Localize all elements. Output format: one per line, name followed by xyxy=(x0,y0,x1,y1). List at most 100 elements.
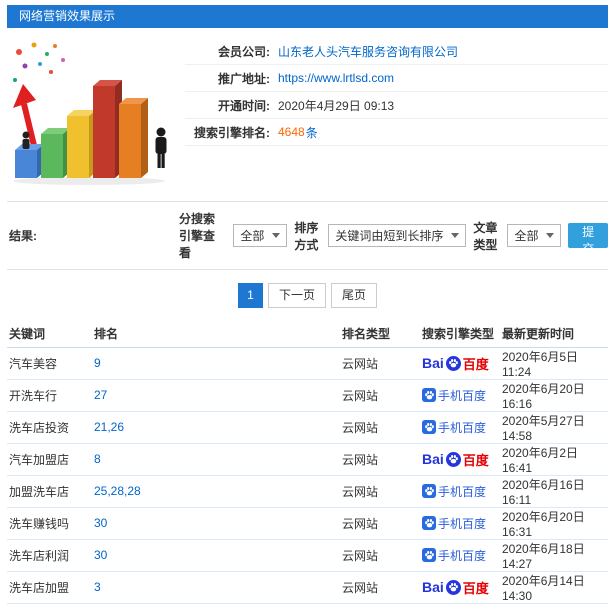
info-row-url: 推广地址: https://www.lrtlsd.com xyxy=(185,65,608,92)
search-engine-badge: Bai百度手机百度 xyxy=(422,515,486,532)
sort-select[interactable]: 关键词由短到长排序 xyxy=(328,224,467,247)
mobile-baidu-label: 手机百度 xyxy=(438,484,487,499)
rank-link[interactable]: 30 xyxy=(94,548,107,562)
table-header-row: 关键词 排名 排名类型 搜索引擎类型 最新更新时间 xyxy=(7,321,608,348)
keyword-cell: 洗车店加盟 xyxy=(7,571,92,604)
type-filter-label: 文章类型 xyxy=(473,220,498,252)
mobile-baidu-label: 手机百度 xyxy=(438,548,487,563)
rank-type-cell: 云网站 xyxy=(340,539,420,572)
open-time-label: 开通时间: xyxy=(218,98,270,113)
type-select[interactable]: 全部 xyxy=(507,224,562,247)
next-page-button[interactable]: 下一页 xyxy=(267,283,326,308)
baidu-paw-icon xyxy=(422,548,436,562)
company-name-link[interactable]: 山东老人头汽车服务咨询有限公司 xyxy=(278,43,458,60)
baidu-paw-icon xyxy=(445,355,461,371)
table-row: 洗车店加盟 3 云网站 Bai百度手机百度 2020年6月14日 14:30 xyxy=(7,571,608,604)
keyword-cell: 汽车加盟店 xyxy=(7,443,92,476)
table-row: 洗车赚钱吗 30 云网站 Bai百度手机百度 2020年6月20日 16:31 xyxy=(7,507,608,540)
keyword-cell: 洗车店投资 xyxy=(7,411,92,444)
engine-filter-label: 分搜索引擎查看 xyxy=(179,212,216,260)
promo-url-label: 推广地址: xyxy=(218,71,270,86)
table-row: 汽车美容 9 云网站 Bai百度手机百度 2020年6月5日 11:24 xyxy=(7,347,608,380)
table-row: 加盟洗车店 25,28,28 云网站 Bai百度手机百度 2020年6月16日 … xyxy=(7,475,608,508)
growth-bars-graphic xyxy=(13,42,167,185)
engine-select-value: 全部 xyxy=(240,229,265,243)
rank-link[interactable]: 21,26 xyxy=(94,420,124,434)
keyword-cell: 加盟洗车店 xyxy=(7,475,92,508)
last-page-button[interactable]: 尾页 xyxy=(331,283,378,308)
rank-type-cell: 云网站 xyxy=(340,347,420,380)
search-engine-badge: Bai百度手机百度 xyxy=(422,450,489,469)
engine-select[interactable]: 全部 xyxy=(233,224,288,247)
baidu-logo-du: 百度 xyxy=(462,580,489,596)
pagination: 1 下一页 尾页 xyxy=(7,270,608,319)
chevron-down-icon xyxy=(272,233,281,238)
rank-link[interactable]: 3 xyxy=(94,580,101,594)
table-row: 洗车店利润 30 云网站 Bai百度手机百度 2020年6月18日 14:27 xyxy=(7,539,608,572)
rank-count-value: 4648 xyxy=(278,125,305,139)
page-number-current[interactable]: 1 xyxy=(237,283,263,308)
type-select-value: 全部 xyxy=(514,229,539,243)
search-engine-badge: Bai百度手机百度 xyxy=(422,483,486,500)
rank-count-label: 搜索引擎排名: xyxy=(194,125,270,140)
submit-button[interactable]: 提交 xyxy=(568,223,608,256)
baidu-paw-icon xyxy=(422,388,436,402)
rank-type-cell: 云网站 xyxy=(340,411,420,444)
search-engine-badge: Bai百度手机百度 xyxy=(422,354,489,373)
baidu-logo-bai: Bai xyxy=(422,451,444,467)
update-time-cell: 2020年6月5日 11:24 xyxy=(500,347,608,380)
update-time-cell: 2020年6月14日 14:30 xyxy=(500,571,608,604)
search-engine-badge: Bai百度手机百度 xyxy=(422,419,486,436)
search-engine-badge: Bai百度手机百度 xyxy=(422,387,486,404)
mobile-baidu-label: 手机百度 xyxy=(438,388,487,403)
search-engine-badge: Bai百度手机百度 xyxy=(422,578,489,597)
promo-url-link[interactable]: https://www.lrtlsd.com xyxy=(278,71,394,85)
info-section: 会员公司: 山东老人头汽车服务咨询有限公司 推广地址: https://www.… xyxy=(7,36,608,189)
table-row: 洗车店投资 21,26 云网站 Bai百度手机百度 2020年5月27日 14:… xyxy=(7,411,608,444)
baidu-paw-icon xyxy=(422,420,436,434)
company-info: 会员公司: 山东老人头汽车服务咨询有限公司 推广地址: https://www.… xyxy=(185,36,608,189)
baidu-paw-icon xyxy=(422,484,436,498)
mobile-baidu-label: 手机百度 xyxy=(438,420,487,435)
mobile-baidu-label: 手机百度 xyxy=(438,516,487,531)
chevron-down-icon xyxy=(546,233,555,238)
rank-type-cell: 云网站 xyxy=(340,443,420,476)
open-time-value: 2020年4月29日 09:13 xyxy=(278,98,395,113)
column-header-engine-type: 搜索引擎类型 xyxy=(420,321,500,348)
page-title: 网络营销效果展示 xyxy=(19,9,116,23)
filter-controls: 分搜索引擎查看 全部 排序方式 关键词由短到长排序 文章类型 全部 提交 xyxy=(179,210,608,261)
baidu-paw-icon xyxy=(445,451,461,467)
keyword-cell: 洗车店利润 xyxy=(7,539,92,572)
column-header-rank-type: 排名类型 xyxy=(340,321,420,348)
bar-chart-illustration xyxy=(7,36,185,189)
keyword-cell: 汽车美容 xyxy=(7,347,92,380)
baidu-logo-du: 百度 xyxy=(462,356,489,372)
table-row: 开洗车行 27 云网站 Bai百度手机百度 2020年6月20日 16:16 xyxy=(7,379,608,412)
update-time-cell: 2020年6月20日 16:31 xyxy=(500,507,608,540)
info-row-open-time: 开通时间: 2020年4月29日 09:13 xyxy=(185,92,608,119)
keyword-cell: 洗车赚钱吗 xyxy=(7,507,92,540)
baidu-logo-du: 百度 xyxy=(462,452,489,468)
rank-link[interactable]: 30 xyxy=(94,516,107,530)
update-time-cell: 2020年5月27日 14:58 xyxy=(500,411,608,444)
column-header-rank: 排名 xyxy=(92,321,340,348)
ranking-table: 关键词 排名 排名类型 搜索引擎类型 最新更新时间 汽车美容 9 云网站 Bai… xyxy=(7,321,608,604)
baidu-logo-bai: Bai xyxy=(422,579,444,595)
rank-link[interactable]: 27 xyxy=(94,388,107,402)
rank-link[interactable]: 8 xyxy=(94,452,101,466)
baidu-logo-bai: Bai xyxy=(422,355,444,371)
rank-link[interactable]: 25,28,28 xyxy=(94,484,141,498)
rank-count-unit: 条 xyxy=(305,125,318,140)
rank-link[interactable]: 9 xyxy=(94,356,101,370)
update-time-cell: 2020年6月16日 16:11 xyxy=(500,475,608,508)
sort-filter-label: 排序方式 xyxy=(294,220,319,252)
rank-type-cell: 云网站 xyxy=(340,507,420,540)
rank-type-cell: 云网站 xyxy=(340,475,420,508)
keyword-cell: 开洗车行 xyxy=(7,379,92,412)
baidu-paw-icon xyxy=(445,579,461,595)
table-row: 汽车加盟店 8 云网站 Bai百度手机百度 2020年6月2日 16:41 xyxy=(7,443,608,476)
info-row-rank-count: 搜索引擎排名: 4648 条 xyxy=(185,119,608,146)
chevron-down-icon xyxy=(451,233,460,238)
sort-select-value: 关键词由短到长排序 xyxy=(335,229,444,243)
page: 网络营销效果展示 会员公司: 山东老人头汽车服务咨询有限公司 推广地址: htt… xyxy=(0,0,615,609)
